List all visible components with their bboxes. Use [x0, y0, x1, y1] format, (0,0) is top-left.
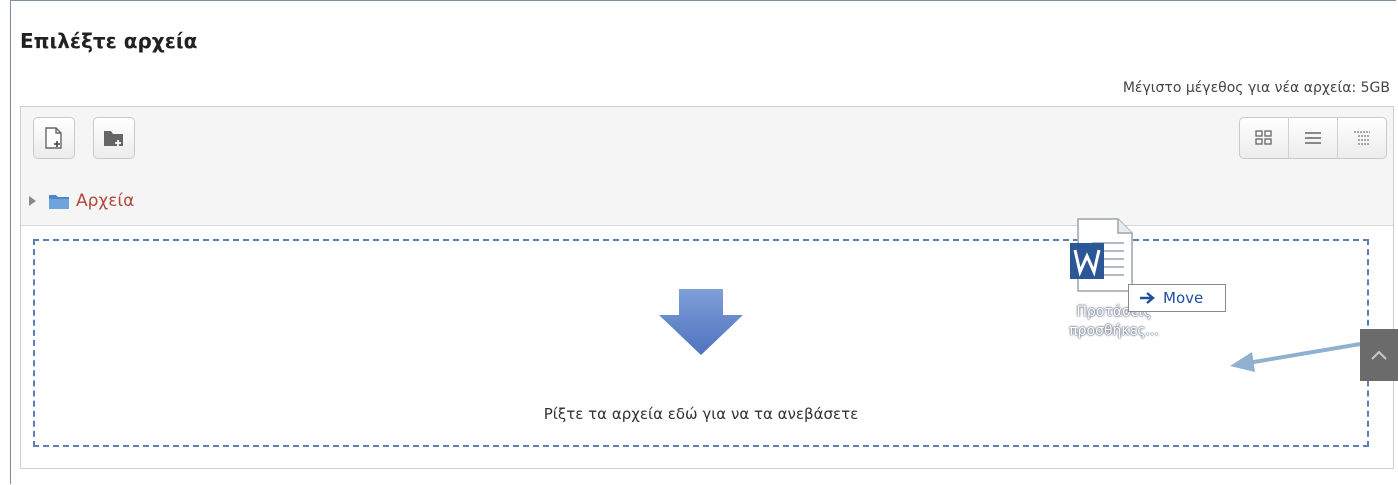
folder-icon	[49, 195, 69, 209]
tree-icon	[1354, 131, 1370, 145]
view-list-button[interactable]	[1288, 118, 1337, 158]
grid-icon	[1255, 130, 1272, 145]
view-icons-button[interactable]	[1240, 118, 1288, 158]
word-document-icon	[1070, 218, 1133, 292]
scroll-to-top-button[interactable]	[1360, 329, 1398, 381]
max-size-label: Μέγιστο μέγεθος για νέα αρχεία: 5GB	[1122, 80, 1390, 96]
add-file-button[interactable]	[33, 117, 75, 159]
path-folder-link[interactable]: Αρχεία	[76, 191, 134, 211]
create-folder-button[interactable]	[93, 117, 135, 159]
list-icon	[1305, 132, 1321, 144]
page-title: Επιλέξτε αρχεία	[20, 29, 198, 53]
toolbar	[21, 107, 1393, 180]
drop-zone-text: Ρίξτε τα αρχεία εδώ για να τα ανεβάσετε	[543, 405, 859, 423]
move-arrow-icon	[1140, 292, 1155, 304]
move-badge: Move	[1128, 284, 1226, 312]
move-badge-label: Move	[1163, 289, 1204, 307]
path-bar: Αρχεία	[21, 179, 1393, 226]
down-arrow-icon	[659, 289, 743, 355]
expand-triangle-icon[interactable]	[29, 196, 36, 206]
view-switcher	[1239, 117, 1387, 159]
add-file-icon	[45, 127, 62, 149]
view-tree-button[interactable]	[1337, 118, 1386, 158]
create-folder-icon	[104, 131, 123, 146]
chevron-up-icon	[1371, 350, 1387, 360]
